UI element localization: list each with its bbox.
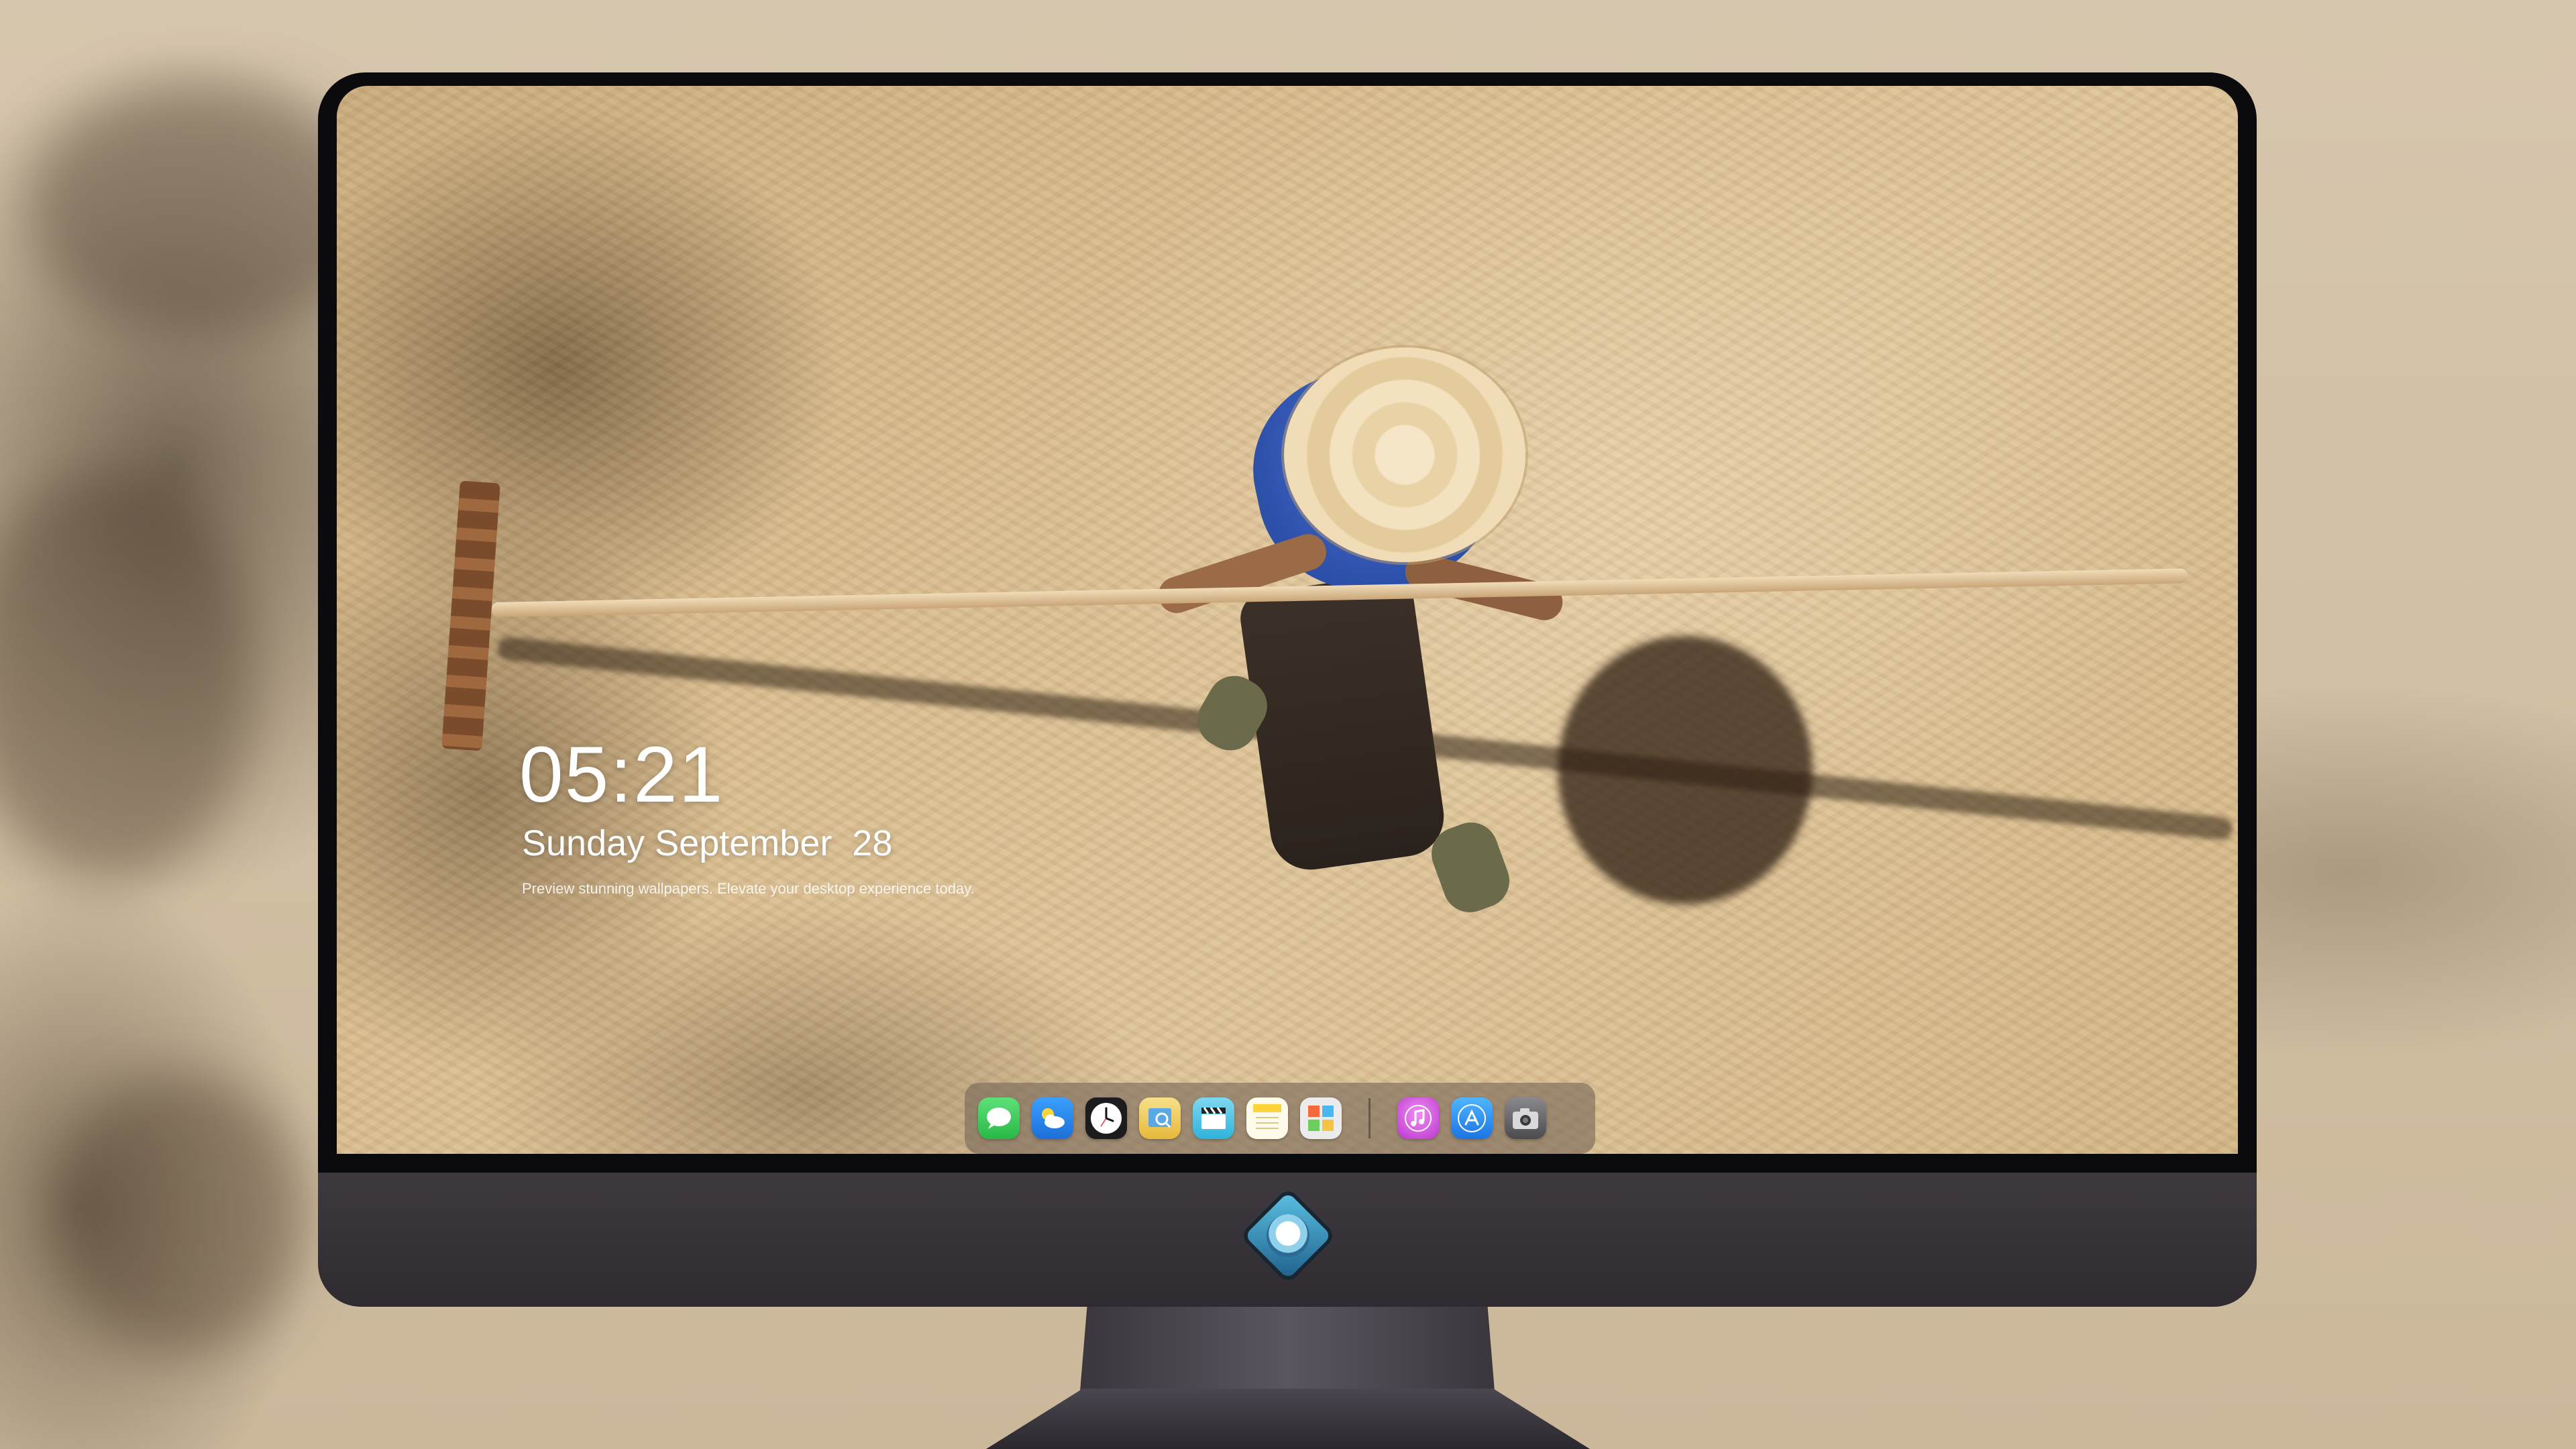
wallpaper-farmer-hat	[1284, 347, 1525, 562]
lock-screen-date: Sunday September 28	[522, 823, 893, 863]
lock-screen-tagline: Preview stunning wallpapers. Elevate you…	[522, 880, 975, 897]
brand-logo-mascot	[1267, 1214, 1309, 1257]
notes-icon[interactable]	[1246, 1097, 1288, 1139]
clapperboard-icon[interactable]	[1193, 1097, 1234, 1139]
camera-icon[interactable]	[1505, 1097, 1546, 1139]
app-store-a-glyph	[1458, 1104, 1486, 1132]
magnifier-photo-glyph	[1148, 1108, 1171, 1128]
clapperboard-glyph	[1201, 1107, 1226, 1129]
preview-icon[interactable]	[1139, 1097, 1181, 1139]
backdrop-shadow	[0, 470, 255, 885]
sun-cloud-glyph	[1042, 1108, 1065, 1128]
monitor-stand-base	[986, 1389, 1590, 1449]
music-note-glyph	[1405, 1105, 1432, 1132]
weather-icon[interactable]	[1032, 1097, 1073, 1139]
backdrop-shadow	[54, 1073, 309, 1355]
clock-icon[interactable]	[1085, 1097, 1127, 1139]
photo-grid-glyph	[1308, 1106, 1334, 1131]
wallpaper-body-shadow	[1558, 636, 1813, 904]
photos-icon[interactable]	[1300, 1097, 1342, 1139]
speech-bubble-glyph	[987, 1108, 1011, 1129]
dock-separator	[1368, 1098, 1371, 1138]
messages-icon[interactable]	[978, 1097, 1020, 1139]
lock-screen-clock: 05:21	[519, 731, 724, 819]
notepad-glyph	[1253, 1104, 1281, 1129]
lock-screen[interactable]: 05:21 Sunday September 28 Preview stunni…	[337, 86, 2238, 1154]
dock	[965, 1083, 1595, 1154]
clock-face-glyph	[1091, 1103, 1122, 1134]
app-store-icon[interactable]	[1451, 1097, 1493, 1139]
desktop-backdrop: 05:21 Sunday September 28 Preview stunni…	[0, 0, 2576, 1449]
camera-glyph	[1513, 1108, 1538, 1129]
music-icon[interactable]	[1397, 1097, 1439, 1139]
